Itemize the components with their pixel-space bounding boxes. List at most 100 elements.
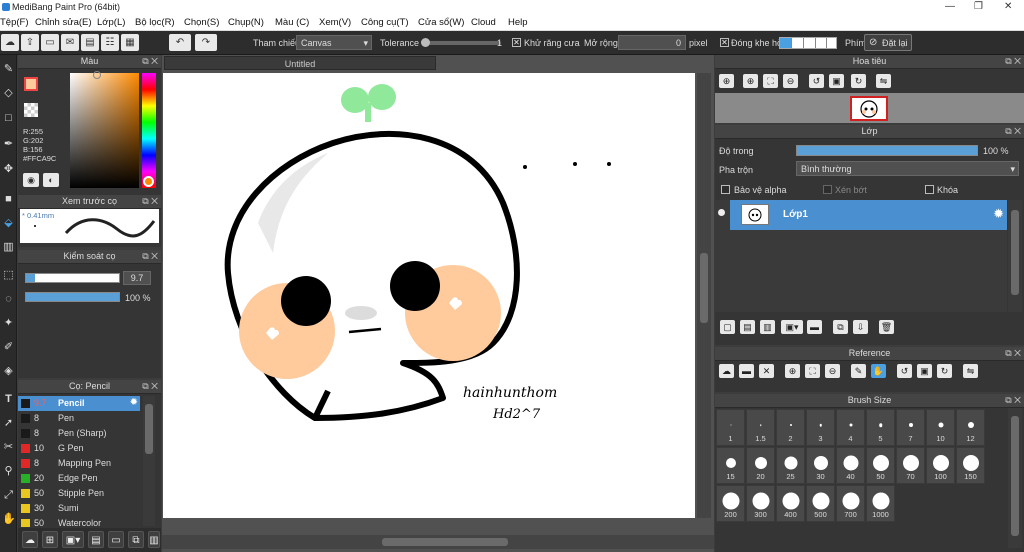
brush-size-option[interactable]: 200: [716, 485, 745, 522]
gradient-tool-icon[interactable]: ▥: [2, 241, 15, 254]
brush-size-option[interactable]: 50: [866, 447, 895, 484]
brush-size-option[interactable]: 500: [806, 485, 835, 522]
menu-filter[interactable]: Bộ lọc(R): [135, 17, 175, 28]
panel-close-icon[interactable]: ⧉ ✕: [1005, 125, 1021, 138]
brush-size-option[interactable]: 20: [746, 447, 775, 484]
scroll-thumb[interactable]: [1011, 210, 1019, 295]
brush-settings-icon[interactable]: ▤: [88, 531, 104, 548]
menu-help[interactable]: Help: [508, 17, 528, 28]
zoom-in-icon[interactable]: ⊕: [719, 74, 734, 88]
fit-icon[interactable]: ⛶: [805, 364, 820, 378]
scroll-thumb[interactable]: [700, 253, 708, 323]
scroll-thumb[interactable]: [1011, 416, 1019, 536]
chat-icon[interactable]: ✉: [61, 34, 79, 51]
cloud-icon[interactable]: ☁: [1, 34, 19, 51]
cloud-download-icon[interactable]: ☁: [22, 531, 38, 548]
rotate-right-icon[interactable]: ↻: [937, 364, 952, 378]
magic-wand-icon[interactable]: ✦: [2, 317, 15, 330]
menu-view[interactable]: Xem(V): [319, 17, 351, 28]
select-pen-icon[interactable]: ✐: [2, 341, 15, 354]
expand-stepper[interactable]: 0: [618, 35, 686, 50]
protect-alpha-checkbox[interactable]: [721, 185, 730, 194]
brush-tool-icon[interactable]: ✎: [2, 63, 15, 76]
eyedropper-icon[interactable]: ⚲: [2, 465, 15, 478]
rotate-right-icon[interactable]: ↻: [851, 74, 866, 88]
folder-icon[interactable]: ▭: [108, 531, 124, 548]
minimize-icon[interactable]: —: [945, 1, 955, 12]
new-layer-8bit-icon[interactable]: ▥: [760, 320, 775, 334]
canvas-vertical-scrollbar[interactable]: [697, 73, 711, 518]
layer-row[interactable]: Lớp1 ✹: [715, 200, 1007, 230]
zoom-out-icon[interactable]: ⊖: [825, 364, 840, 378]
list-icon[interactable]: ☷: [101, 34, 119, 51]
menu-layer[interactable]: Lớp(L): [97, 17, 125, 28]
brush-size-option[interactable]: 10: [926, 409, 955, 446]
brush-size-option[interactable]: 100: [926, 447, 955, 484]
add-brush-menu-icon[interactable]: ▣▾: [62, 531, 84, 548]
brush-size-scrollbar[interactable]: [1008, 408, 1022, 548]
new-layer-icon[interactable]: ▢: [720, 320, 735, 334]
gap-close-checkbox[interactable]: ✕: [720, 38, 729, 47]
panel-close-icon[interactable]: ⧉ ✕: [142, 195, 158, 208]
eraser-tool-icon[interactable]: ◇: [2, 87, 15, 100]
menu-color[interactable]: Màu (C): [275, 17, 309, 28]
foreground-color-swatch[interactable]: [24, 77, 38, 91]
brush-size-option[interactable]: 400: [776, 485, 805, 522]
folder-icon[interactable]: ▬: [807, 320, 822, 334]
brush-size-option[interactable]: 3: [806, 409, 835, 446]
merge-layer-icon[interactable]: ⇩: [853, 320, 868, 334]
palette-icon[interactable]: ◉: [23, 173, 39, 187]
hue-slider[interactable]: [142, 73, 156, 188]
eyedropper-icon[interactable]: ✎: [851, 364, 866, 378]
eye-icon[interactable]: [718, 209, 725, 216]
brush-size-option[interactable]: 2: [776, 409, 805, 446]
grid-icon[interactable]: ▦: [121, 34, 139, 51]
actual-size-icon[interactable]: ▣: [917, 364, 932, 378]
document-tab[interactable]: Untitled: [164, 56, 436, 70]
upload-icon[interactable]: ⇪: [21, 34, 39, 51]
hand-icon[interactable]: ✋: [871, 364, 886, 378]
blend-mode-select[interactable]: Bình thường ▾: [796, 161, 1019, 176]
picker-handle[interactable]: [93, 71, 101, 79]
trash-icon[interactable]: 🗑: [879, 320, 894, 334]
gap-level-1[interactable]: [780, 38, 791, 48]
scroll-thumb[interactable]: [382, 538, 508, 546]
reset-button[interactable]: ⊘ Đặt lại: [864, 34, 912, 51]
layer-opacity-slider[interactable]: [796, 145, 978, 156]
brush-size-option[interactable]: 7: [896, 409, 925, 446]
flip-icon[interactable]: ⇋: [963, 364, 978, 378]
antialias-checkbox[interactable]: ✕: [512, 38, 521, 47]
lock-checkbox[interactable]: [925, 185, 934, 194]
zoom-in-icon[interactable]: ⊕: [785, 364, 800, 378]
open-folder-icon[interactable]: ▬: [739, 364, 754, 378]
brush-size-option[interactable]: 5: [866, 409, 895, 446]
flip-icon[interactable]: ⇋: [876, 74, 891, 88]
duplicate-layer-icon[interactable]: ⧉: [833, 320, 848, 334]
slider-handle[interactable]: [421, 38, 430, 47]
close-icon[interactable]: ✕: [1004, 1, 1012, 12]
menu-select[interactable]: Chọn(S): [184, 17, 219, 28]
gear-icon[interactable]: ✹: [130, 397, 138, 408]
close-reference-icon[interactable]: ✕: [759, 364, 774, 378]
actual-size-icon[interactable]: ▣: [829, 74, 844, 88]
navigator-thumbnail[interactable]: [850, 96, 888, 121]
pen-tool-icon[interactable]: ✒: [2, 138, 15, 151]
brush-item-pen[interactable]: 8 Pen: [18, 411, 140, 426]
brush-item-pen-sharp[interactable]: 8 Pen (Sharp): [18, 426, 140, 441]
operation-tool-icon[interactable]: ➚: [2, 417, 15, 430]
brush-size-option[interactable]: 12: [956, 409, 985, 446]
add-layer-menu-icon[interactable]: ▣▾: [781, 320, 803, 334]
visibility-toggle[interactable]: [715, 200, 730, 230]
rectangle-tool-icon[interactable]: □: [2, 112, 15, 125]
panel-close-icon[interactable]: ⧉ ✕: [1005, 347, 1021, 360]
brush-size-option[interactable]: 1.5: [746, 409, 775, 446]
undo-icon[interactable]: ↶: [169, 34, 191, 51]
brush-size-value[interactable]: 9.7: [123, 271, 151, 285]
reference-select[interactable]: Canvas ▾: [296, 35, 372, 50]
menu-tools[interactable]: Công cụ(T): [361, 17, 409, 28]
lasso-tool-icon[interactable]: ◌: [2, 293, 15, 306]
brush-size-option[interactable]: 300: [746, 485, 775, 522]
hue-handle[interactable]: [143, 176, 154, 187]
gear-icon[interactable]: ✹: [993, 206, 1004, 222]
brush-size-option[interactable]: 40: [836, 447, 865, 484]
